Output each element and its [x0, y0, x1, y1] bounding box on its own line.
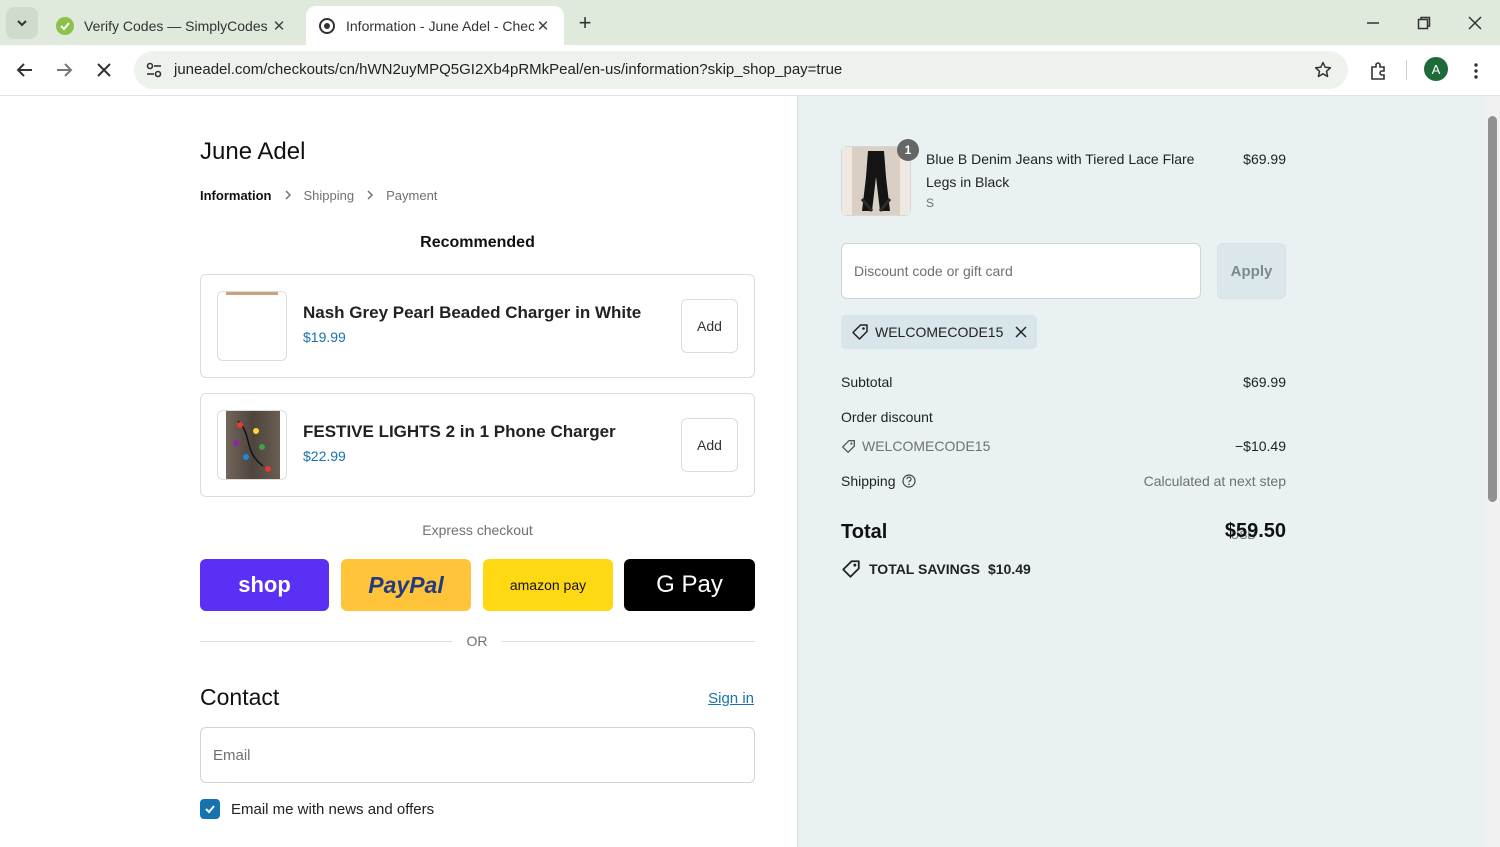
stop-loading-icon[interactable]: [89, 55, 119, 85]
tag-icon: [851, 323, 869, 341]
total-label: Total: [841, 521, 888, 543]
simplycodes-favicon-icon: [56, 16, 74, 35]
scrollbar-thumb[interactable]: [1488, 116, 1497, 502]
order-discount-code: WELCOMECODE15: [862, 438, 991, 454]
total-savings: TOTAL SAVINGS $10.49: [841, 559, 1031, 579]
minimize-icon[interactable]: [1358, 8, 1388, 38]
forward-icon[interactable]: [49, 55, 79, 85]
extensions-icon[interactable]: [1364, 57, 1392, 85]
close-icon[interactable]: ✕: [270, 17, 288, 35]
address-bar[interactable]: juneadel.com/checkouts/cn/hWN2uyMPQ5GI2X…: [134, 51, 1348, 89]
profile-avatar[interactable]: A: [1424, 57, 1448, 81]
recommended-item-price: $22.99: [303, 448, 346, 464]
tab-search-button[interactable]: [6, 7, 38, 39]
product-price: $69.99: [1243, 151, 1286, 167]
breadcrumb-information: Information: [200, 188, 272, 203]
store-name[interactable]: June Adel: [200, 138, 305, 166]
or-divider: OR: [200, 632, 755, 652]
recommended-title: Recommended: [420, 234, 535, 251]
sign-in-link[interactable]: Sign in: [708, 690, 754, 707]
checkout-main: June Adel Information Shipping Payment R…: [0, 96, 797, 847]
new-tab-button[interactable]: +: [572, 10, 598, 36]
express-checkout-label: Express checkout: [422, 522, 533, 538]
or-label: OR: [466, 633, 488, 649]
recommended-item: FESTIVE LIGHTS 2 in 1 Phone Charger $22.…: [200, 393, 755, 497]
breadcrumb-shipping[interactable]: Shipping: [304, 188, 355, 203]
product-thumbnail: [217, 410, 287, 480]
email-field[interactable]: [200, 727, 755, 783]
paypal-logo: PayPal: [368, 571, 444, 598]
restore-icon[interactable]: [1409, 8, 1439, 38]
shipping-label: Shipping: [841, 473, 896, 489]
order-discount-code-row: WELCOMECODE15 −$10.49: [841, 438, 1286, 457]
tag-icon: [841, 439, 856, 454]
toolbar-divider: [1406, 60, 1407, 80]
recommended-item-price: $19.99: [303, 329, 346, 345]
amazon-pay-button[interactable]: amazon pay: [483, 559, 613, 611]
remove-discount-icon[interactable]: [1015, 326, 1027, 338]
paypal-button[interactable]: PayPal: [341, 559, 471, 611]
product-thumbnail: [217, 291, 287, 361]
browser-menu-icon[interactable]: [1462, 57, 1490, 85]
loading-favicon-icon: [318, 17, 336, 35]
checkmark-icon: [205, 805, 215, 814]
order-summary: 1 Blue B Denim Jeans with Tiered Lace Fl…: [797, 96, 1500, 847]
google-pay-logo: G Pay: [656, 571, 723, 598]
add-button[interactable]: Add: [681, 418, 738, 472]
subtotal-label: Subtotal: [841, 374, 893, 390]
amazon-pay-logo: amazon pay: [509, 577, 587, 593]
newsletter-label: Email me with news and offers: [231, 800, 435, 818]
recommended-item-name: FESTIVE LIGHTS 2 in 1 Phone Charger: [303, 422, 616, 441]
order-discount-value: −$10.49: [1235, 438, 1286, 454]
shipping-row: Shipping Calculated at next step: [841, 473, 1286, 489]
page-scrollbar[interactable]: [1485, 96, 1500, 847]
site-settings-icon[interactable]: [142, 58, 166, 82]
tab-title: Verify Codes — SimplyCodes: [84, 17, 268, 34]
order-discount-label: Order discount: [841, 409, 933, 425]
quantity-badge: 1: [897, 139, 919, 161]
tab-checkout[interactable]: Information - June Adel - Checkout ✕: [306, 6, 564, 45]
close-icon[interactable]: ✕: [534, 17, 552, 35]
discount-code-input[interactable]: [841, 243, 1201, 299]
window-close-icon[interactable]: [1460, 8, 1490, 38]
shop-pay-logo: shop: [238, 572, 291, 597]
recommended-item: Nash Grey Pearl Beaded Charger in White …: [200, 274, 755, 378]
newsletter-option[interactable]: Email me with news and offers: [200, 799, 434, 819]
tab-simplycodes[interactable]: Verify Codes — SimplyCodes ✕: [44, 6, 300, 45]
product-thumbnail: 1: [841, 139, 919, 216]
total-value: $59.50: [1224, 520, 1286, 542]
url-text: juneadel.com/checkouts/cn/hWN2uyMPQ5GI2X…: [174, 61, 843, 78]
recommended-item-name: Nash Grey Pearl Beaded Charger in White: [303, 303, 642, 322]
subtotal-value: $69.99: [1243, 374, 1286, 390]
contact-title: Contact: [200, 684, 280, 710]
savings-label: TOTAL SAVINGS: [869, 561, 980, 577]
add-button[interactable]: Add: [681, 299, 738, 353]
chevron-down-icon: [17, 20, 27, 27]
tag-icon: [841, 559, 861, 579]
shipping-value: Calculated at next step: [1143, 473, 1286, 489]
product-name: Blue B Denim Jeans with Tiered Lace Flar…: [926, 151, 1195, 190]
subtotal-row: Subtotal $69.99: [841, 374, 1286, 390]
google-pay-button[interactable]: G Pay: [624, 559, 755, 611]
breadcrumb-payment[interactable]: Payment: [386, 188, 437, 203]
browser-tabstrip: Verify Codes — SimplyCodes ✕ Information…: [0, 0, 1500, 45]
product-variant: S: [926, 196, 935, 210]
savings-value: $10.49: [987, 561, 1031, 577]
shop-pay-button[interactable]: shop: [200, 559, 329, 611]
breadcrumb: Information Shipping Payment: [200, 188, 437, 203]
applied-code: WELCOMECODE15: [875, 324, 1004, 340]
applied-discount-chip: WELCOMECODE15: [841, 315, 1038, 349]
back-icon[interactable]: [10, 55, 40, 85]
tab-title: Information - June Adel - Checkout: [346, 17, 534, 34]
browser-toolbar: juneadel.com/checkouts/cn/hWN2uyMPQ5GI2X…: [0, 45, 1500, 96]
bookmark-star-icon[interactable]: [1312, 59, 1334, 81]
chevron-right-icon: [284, 189, 292, 203]
help-icon[interactable]: [901, 474, 916, 488]
newsletter-checkbox[interactable]: [200, 799, 220, 819]
order-discount-row: Order discount: [841, 409, 1286, 425]
chevron-right-icon: [366, 189, 374, 203]
apply-button[interactable]: Apply: [1217, 243, 1286, 299]
